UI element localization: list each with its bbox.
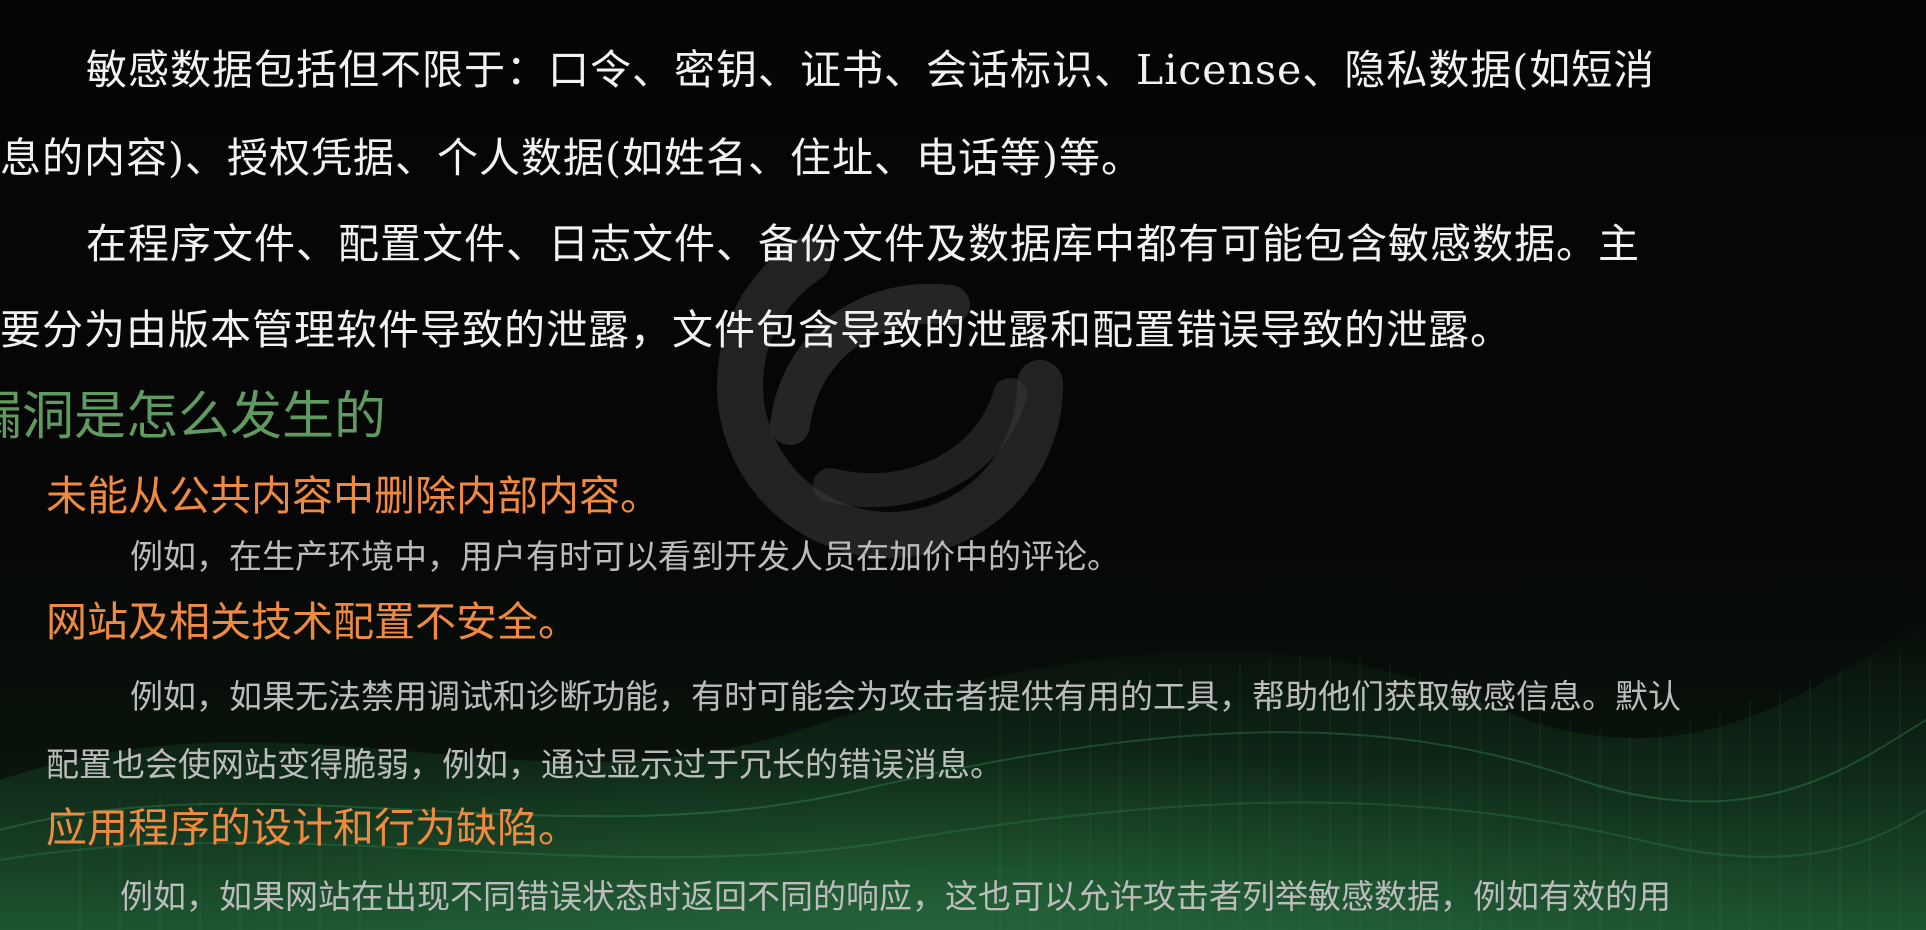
cause-1-title: 未能从公共内容中删除内部内容。 bbox=[46, 472, 661, 520]
cause-3-example: 例如，如果网站在出现不同错误状态时返回不同的响应，这也可以允许攻击者列举敏感数据… bbox=[120, 877, 1671, 916]
cause-2-title: 网站及相关技术配置不安全。 bbox=[46, 598, 579, 646]
cause-1-example: 例如，在生产环境中，用户有时可以看到开发人员在加价中的评论。 bbox=[130, 537, 1120, 576]
section-title: 漏洞是怎么发生的 bbox=[0, 387, 387, 447]
intro-paragraph-1-line-1: 敏感数据包括但不限于：口令、密钥、证书、会话标识、License、隐私数据(如短… bbox=[86, 46, 1656, 94]
cause-2-example-line-2: 配置也会使网站变得脆弱，例如，通过显示过于冗长的错误消息。 bbox=[46, 745, 1003, 784]
cause-3-title: 应用程序的设计和行为缺陷。 bbox=[46, 804, 579, 852]
intro-paragraph-2-line-2: 要分为由版本管理软件导致的泄露，文件包含导致的泄露和配置错误导致的泄露。 bbox=[0, 306, 1512, 354]
cause-2-example-line-1: 例如，如果无法禁用调试和诊断功能，有时可能会为攻击者提供有用的工具，帮助他们获取… bbox=[130, 677, 1681, 716]
presentation-slide: 敏感数据包括但不限于：口令、密钥、证书、会话标识、License、隐私数据(如短… bbox=[0, 0, 1926, 930]
intro-paragraph-1-line-2: 息的内容)、授权凭据、个人数据(如姓名、住址、电话等)等。 bbox=[0, 134, 1143, 182]
intro-paragraph-2-line-1: 在程序文件、配置文件、日志文件、备份文件及数据库中都有可能包含敏感数据。主 bbox=[86, 220, 1640, 268]
